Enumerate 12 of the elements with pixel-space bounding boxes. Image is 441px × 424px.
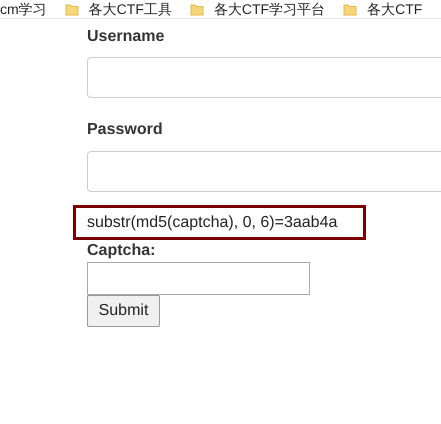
bookmark-link[interactable]: 各大CTF工具: [88, 0, 172, 18]
captcha-hint: substr(md5(captcha), 0, 6)=3aab4a: [73, 205, 366, 240]
bookmark-link[interactable]: 各大CTF: [367, 0, 422, 18]
captcha-field[interactable]: [87, 262, 310, 295]
bookmark-link[interactable]: cm学习: [0, 0, 47, 18]
captcha-label: Captcha:: [87, 241, 156, 260]
submit-button[interactable]: Submit: [87, 295, 160, 327]
username-label: Username: [87, 27, 164, 47]
bookmark-link[interactable]: 各大CTF学习平台: [214, 0, 326, 18]
password-label: Password: [87, 120, 163, 140]
username-field[interactable]: [87, 57, 441, 98]
password-field[interactable]: [87, 151, 441, 192]
